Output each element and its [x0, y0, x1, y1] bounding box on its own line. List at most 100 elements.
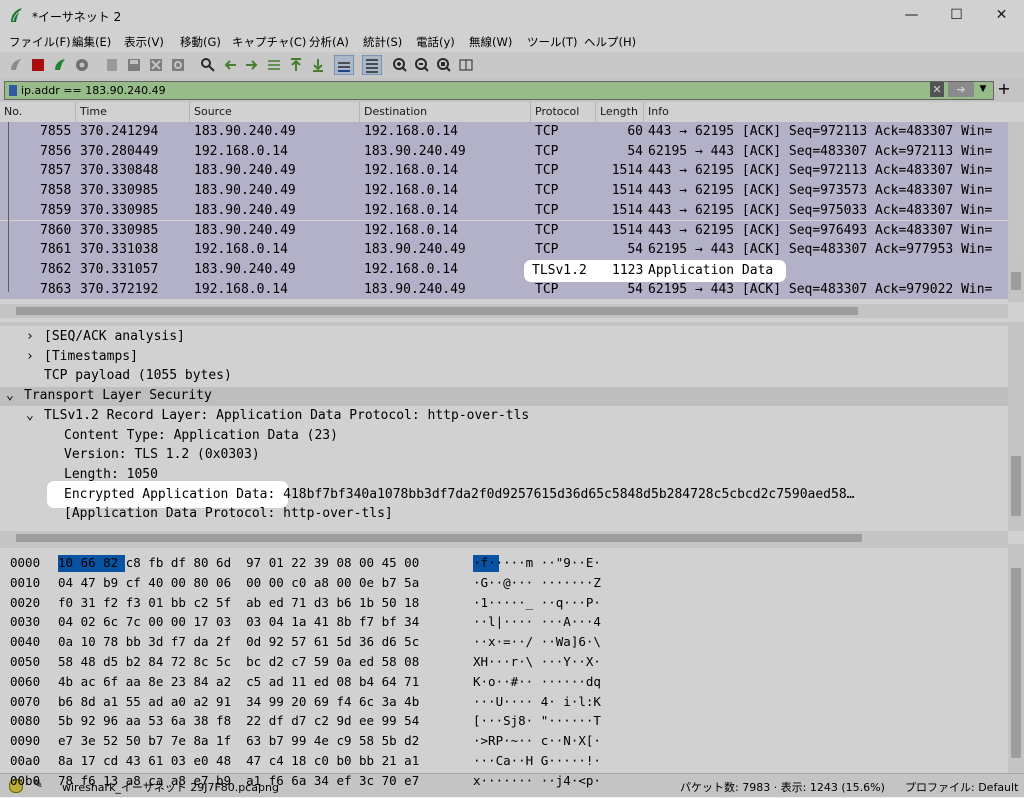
column-header-protocol[interactable]: Protocol [531, 102, 596, 122]
zoom-out-icon[interactable] [414, 57, 430, 73]
detail-tree-item[interactable]: TLSv1.2 Record Layer: Application Data P… [44, 408, 529, 423]
column-header-destination[interactable]: Destination [360, 102, 531, 122]
go-first-icon[interactable] [288, 57, 304, 73]
detail-tree-item[interactable]: [Timestamps] [44, 349, 138, 364]
go-forward-icon[interactable] [244, 57, 260, 73]
column-header-length[interactable]: Length [596, 102, 644, 122]
hex-bytes[interactable]: 04 02 6c 7c 00 00 17 03 03 04 1a 41 8b f… [58, 614, 419, 629]
ascii-bytes[interactable]: K·o··#·· ······dq [473, 674, 601, 689]
hex-bytes[interactable]: b6 8d a1 55 ad a0 a2 91 34 99 20 69 f4 6… [58, 694, 419, 709]
column-header-time[interactable]: Time [76, 102, 190, 122]
packet-row[interactable]: 7855 370.241294 183.90.240.49 192.168.0.14 T… [0, 122, 1008, 142]
save-file-icon[interactable] [126, 57, 142, 73]
go-last-icon[interactable] [310, 57, 326, 73]
open-file-icon[interactable] [104, 57, 120, 73]
close-button[interactable]: ✕ [979, 0, 1024, 30]
menu-analyze[interactable]: 分析(A) [309, 34, 349, 50]
zoom-in-icon[interactable] [392, 57, 408, 73]
profile-label[interactable]: プロファイル: Default [905, 779, 1018, 795]
column-header-source[interactable]: Source [190, 102, 360, 122]
packet-list-hscroll[interactable] [0, 304, 1008, 318]
column-header-no[interactable]: No. [0, 102, 76, 122]
menu-help[interactable]: ヘルプ(H) [584, 34, 636, 50]
details-vscroll[interactable] [1008, 326, 1024, 531]
expand-arrow-icon[interactable]: › [26, 349, 34, 364]
ascii-bytes[interactable]: ···U···· 4· i·l:K [473, 694, 601, 709]
detail-tree-item[interactable]: Content Type: Application Data (23) [64, 428, 338, 443]
filter-history-dropdown-icon[interactable]: ▼ [977, 82, 989, 97]
stop-capture-icon[interactable] [30, 57, 46, 73]
ascii-bytes[interactable]: ··l|···· ···A···4 [473, 614, 601, 629]
add-filter-button[interactable]: + [995, 79, 1013, 99]
zoom-reset-icon[interactable] [436, 57, 452, 73]
menu-statistics[interactable]: 統計(S) [363, 34, 402, 50]
display-filter-input[interactable]: ip.addr == 183.90.240.49 [4, 81, 994, 100]
packet-row[interactable]: 7863 370.372192 192.168.0.14 183.90.240.49 T… [0, 279, 1008, 300]
colorize-icon[interactable] [362, 55, 382, 75]
packet-list-vscroll[interactable] [1008, 122, 1024, 302]
auto-scroll-icon[interactable] [334, 55, 354, 75]
menu-edit[interactable]: 編集(E) [72, 34, 111, 50]
ascii-bytes[interactable]: x······· ··j4·<p· [473, 773, 601, 788]
reload-icon[interactable] [170, 57, 186, 73]
ascii-bytes[interactable]: XH···r·\ ···Y··X· [473, 654, 601, 669]
detail-tree-item[interactable]: Length: 1050 [64, 467, 158, 482]
ascii-bytes[interactable]: ·f·····m ··"9··E· [473, 555, 601, 570]
hex-bytes[interactable]: 58 48 d5 b2 84 72 8c 5c bc d2 c7 59 0a e… [58, 654, 419, 669]
packet-row[interactable]: 7861 370.331038 192.168.0.14 183.90.240.49 T… [0, 240, 1008, 260]
ascii-bytes[interactable]: ···Ca··H G·····!· [473, 753, 601, 768]
hex-bytes[interactable]: 78 f6 13 a8 ca a8 e7 b9 a1 f6 6a 34 ef 3… [58, 773, 419, 788]
resize-columns-icon[interactable] [458, 57, 474, 73]
clear-filter-icon[interactable]: ✕ [930, 82, 944, 97]
go-to-packet-icon[interactable] [266, 57, 282, 73]
packet-row[interactable]: 7862 370.331057 183.90.240.49 192.168.0.14 T… [0, 259, 1008, 280]
go-back-icon[interactable] [222, 57, 238, 73]
start-capture-icon[interactable] [8, 57, 24, 73]
menu-wireless[interactable]: 無線(W) [469, 34, 512, 50]
packet-row[interactable]: 7860 370.330985 183.90.240.49 192.168.0.14 T… [0, 220, 1008, 241]
menu-view[interactable]: 表示(V) [124, 34, 164, 50]
maximize-button[interactable]: ☐ [934, 0, 979, 30]
apply-filter-arrow-icon[interactable]: ➔ [948, 82, 974, 97]
menu-telephony[interactable]: 電話(y) [416, 34, 455, 50]
restart-capture-icon[interactable] [52, 57, 68, 73]
capture-options-icon[interactable] [74, 57, 90, 73]
hex-bytes[interactable]: 0a 10 78 bb 3d f7 da 2f 0d 92 57 61 5d 3… [58, 634, 419, 649]
hex-bytes[interactable]: 10 66 82 c8 fb df 80 6d 97 01 22 39 08 0… [58, 555, 419, 570]
collapse-arrow-icon[interactable]: ⌄ [26, 408, 34, 423]
hex-bytes[interactable]: f0 31 f2 f3 01 bb c2 5f ab ed 71 d3 b6 1… [58, 595, 419, 610]
hex-bytes[interactable]: 04 47 b9 cf 40 00 80 06 00 00 c0 a8 00 0… [58, 575, 419, 590]
ascii-bytes[interactable]: ·G··@··· ·······Z [473, 575, 601, 590]
packet-row[interactable]: 7857 370.330848 183.90.240.49 192.168.0.14 T… [0, 161, 1008, 182]
detail-tree-item[interactable]: Version: TLS 1.2 (0x0303) [64, 447, 260, 462]
hex-bytes[interactable]: 4b ac 6f aa 8e 23 84 a2 c5 ad 11 ed 08 b… [58, 674, 419, 689]
minimize-button[interactable]: — [889, 0, 934, 30]
detail-tree-item[interactable]: [Application Data Protocol: http-over-tl… [64, 506, 393, 521]
menu-file[interactable]: ファイル(F) [9, 34, 71, 50]
details-hscroll[interactable] [0, 531, 1008, 544]
menu-tools[interactable]: ツール(T) [527, 34, 578, 50]
packet-row[interactable]: 7856 370.280449 192.168.0.14 183.90.240.49 T… [0, 141, 1008, 162]
menu-go[interactable]: 移動(G) [180, 34, 221, 50]
packet-row[interactable]: 7859 370.330985 183.90.240.49 192.168.0.14 T… [0, 200, 1008, 221]
menu-capture[interactable]: キャプチャ(C) [232, 34, 306, 50]
hex-bytes[interactable]: 8a 17 cd 43 61 03 e0 48 47 c4 18 c0 b0 b… [58, 753, 419, 768]
hex-bytes[interactable]: e7 3e 52 50 b7 7e 8a 1f 63 b7 99 4e c9 5… [58, 733, 419, 748]
ascii-bytes[interactable]: ··x·=··/ ··Wa]6·\ [473, 634, 601, 649]
ascii-bytes[interactable]: ·1·····_ ··q···P· [473, 595, 601, 610]
ascii-bytes[interactable]: [···Sj8· "······T [473, 713, 601, 728]
close-file-icon[interactable] [148, 57, 164, 73]
collapse-arrow-icon[interactable]: ⌄ [6, 388, 14, 403]
detail-tree-item[interactable]: Transport Layer Security [24, 388, 212, 403]
bookmark-icon[interactable] [9, 85, 17, 96]
column-header-info[interactable]: Info [644, 102, 1008, 122]
packet-row[interactable]: 7858 370.330985 183.90.240.49 192.168.0.14 T… [0, 181, 1008, 201]
detail-tree-item[interactable]: TCP payload (1055 bytes) [44, 368, 232, 383]
bytes-vscroll[interactable] [1008, 548, 1024, 773]
find-packet-icon[interactable] [200, 57, 216, 73]
detail-tree-item[interactable]: [SEQ/ACK analysis] [44, 329, 185, 344]
hex-bytes[interactable]: 5b 92 96 aa 53 6a 38 f8 22 df d7 c2 9d e… [58, 713, 419, 728]
detail-tree-item[interactable]: Encrypted Application Data: 418bf7bf340a… [64, 487, 855, 502]
ascii-bytes[interactable]: ·>RP·~·· c··N·X[· [473, 733, 601, 748]
expand-arrow-icon[interactable]: › [26, 329, 34, 344]
